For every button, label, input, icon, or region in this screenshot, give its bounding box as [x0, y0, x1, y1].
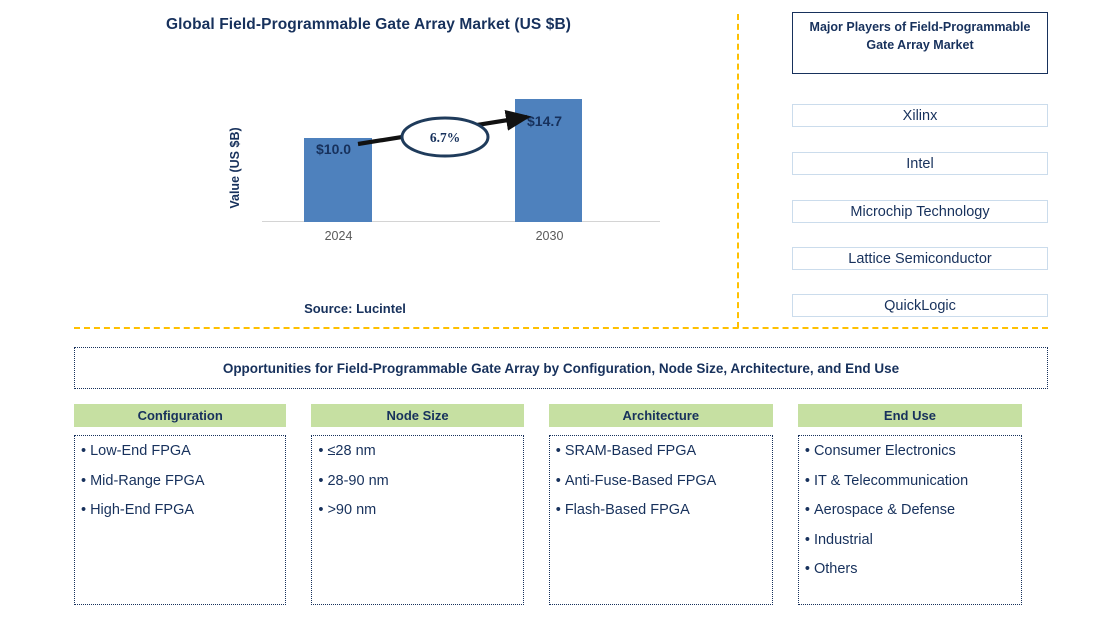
segments-row: Configuration • Low-End FPGA • Mid-Range F… [74, 404, 1022, 605]
cagr-value: 6.7% [429, 130, 461, 145]
category-label-2024: 2024 [324, 229, 353, 243]
list-item: • Aerospace & Defense [805, 503, 1017, 518]
player-row[interactable]: Intel [792, 152, 1048, 175]
bullet-icon: • [804, 531, 810, 548]
list-item: • Consumer Electronics [805, 444, 1017, 459]
segment-items-list: • SRAM-Based FPGA • Anti-Fuse-Based FPGA •… [548, 435, 773, 605]
list-item: • Anti-Fuse-Based FPGA [555, 472, 768, 489]
segment-items-list: • Consumer Electronics • IT & Telecommunic… [797, 435, 1022, 605]
bullet-icon: • [804, 443, 810, 459]
bullet-icon: • [555, 443, 561, 459]
list-item-label: Others [813, 561, 858, 577]
list-item: • Low-End FPGA [81, 444, 281, 459]
segment-items-list: • ≤28 nm • 28-90 nm • >90 nm [311, 435, 524, 605]
player-row[interactable]: QuickLogic [792, 294, 1048, 317]
list-item: • >90 nm [318, 503, 518, 518]
vertical-divider [737, 14, 739, 328]
major-players-panel: Major Players of Field-Programmable Gate… [792, 12, 1048, 317]
player-row[interactable]: Microchip Technology [792, 200, 1048, 223]
horizontal-divider [74, 327, 1048, 329]
segment-header: Architecture [548, 404, 773, 427]
chart-title: Global Field-Programmable Gate Array Mar… [165, 16, 572, 33]
list-item: • 28-90 nm [318, 472, 518, 489]
list-item-label: High-End FPGA [90, 502, 195, 518]
segment-items-list: • Low-End FPGA • Mid-Range FPGA • High-End … [74, 435, 287, 605]
player-row[interactable]: Lattice Semiconductor [792, 247, 1048, 270]
bullet-icon: • [318, 443, 324, 459]
list-item: • Industrial [804, 531, 1017, 548]
player-row[interactable]: Xilinx [792, 104, 1048, 127]
list-item: • ≤28 nm [318, 444, 518, 459]
list-item-label: Low-End FPGA [90, 443, 191, 459]
source-label: Source: Lucintel [304, 301, 406, 316]
list-item-label: Industrial [813, 531, 873, 548]
opportunities-banner: Opportunities for Field-Programmable Gat… [74, 347, 1048, 389]
list-item-label: >90 nm [327, 502, 377, 518]
bar-value-2024: $10.0 [316, 141, 352, 157]
list-item: • High-End FPGA [81, 503, 281, 518]
bullet-icon: • [555, 502, 561, 518]
segment-header: Configuration [74, 404, 287, 427]
bullet-icon: • [81, 443, 87, 459]
category-label-2030: 2030 [535, 229, 564, 243]
chart-panel: Global Field-Programmable Gate Array Mar… [0, 0, 737, 327]
list-item-label: 28-90 nm [327, 472, 389, 489]
bullet-icon: • [804, 561, 810, 577]
bullet-icon: • [81, 502, 87, 518]
list-item-label: IT & Telecommunication [813, 472, 969, 489]
list-item: • IT & Telecommunication [804, 472, 1017, 489]
bullet-icon: • [555, 472, 561, 489]
list-item-label: Flash-Based FPGA [564, 502, 690, 518]
list-item-label: SRAM-Based FPGA [564, 443, 697, 459]
list-item: • Others [805, 562, 1017, 577]
bullet-icon: • [318, 502, 324, 518]
list-item: • SRAM-Based FPGA [556, 444, 768, 459]
segment-column-node-size: Node Size • ≤28 nm • 28-90 nm • >90 nm [311, 404, 524, 605]
list-item-label: ≤28 nm [327, 443, 376, 459]
segment-header: Node Size [311, 404, 524, 427]
segment-column-architecture: Architecture • SRAM-Based FPGA • Anti-Fuse… [548, 404, 773, 605]
list-item-label: Aerospace & Defense [813, 502, 956, 518]
y-axis-label: Value (US $B) [228, 127, 242, 209]
list-item: • Mid-Range FPGA [81, 472, 281, 489]
bullet-icon: • [804, 502, 810, 518]
segment-header: End Use [797, 404, 1022, 427]
segment-column-end-use: End Use • Consumer Electronics • IT & Tele… [797, 404, 1022, 605]
list-item-label: Anti-Fuse-Based FPGA [564, 472, 717, 489]
segment-column-configuration: Configuration • Low-End FPGA • Mid-Range F… [74, 404, 287, 605]
major-players-header: Major Players of Field-Programmable Gate… [792, 12, 1048, 74]
bullet-icon: • [804, 472, 810, 489]
bullet-icon: • [318, 472, 324, 489]
list-item: • Flash-Based FPGA [556, 503, 768, 518]
bullet-icon: • [81, 472, 87, 489]
list-item-label: Mid-Range FPGA [90, 472, 205, 489]
list-item-label: Consumer Electronics [813, 443, 956, 459]
